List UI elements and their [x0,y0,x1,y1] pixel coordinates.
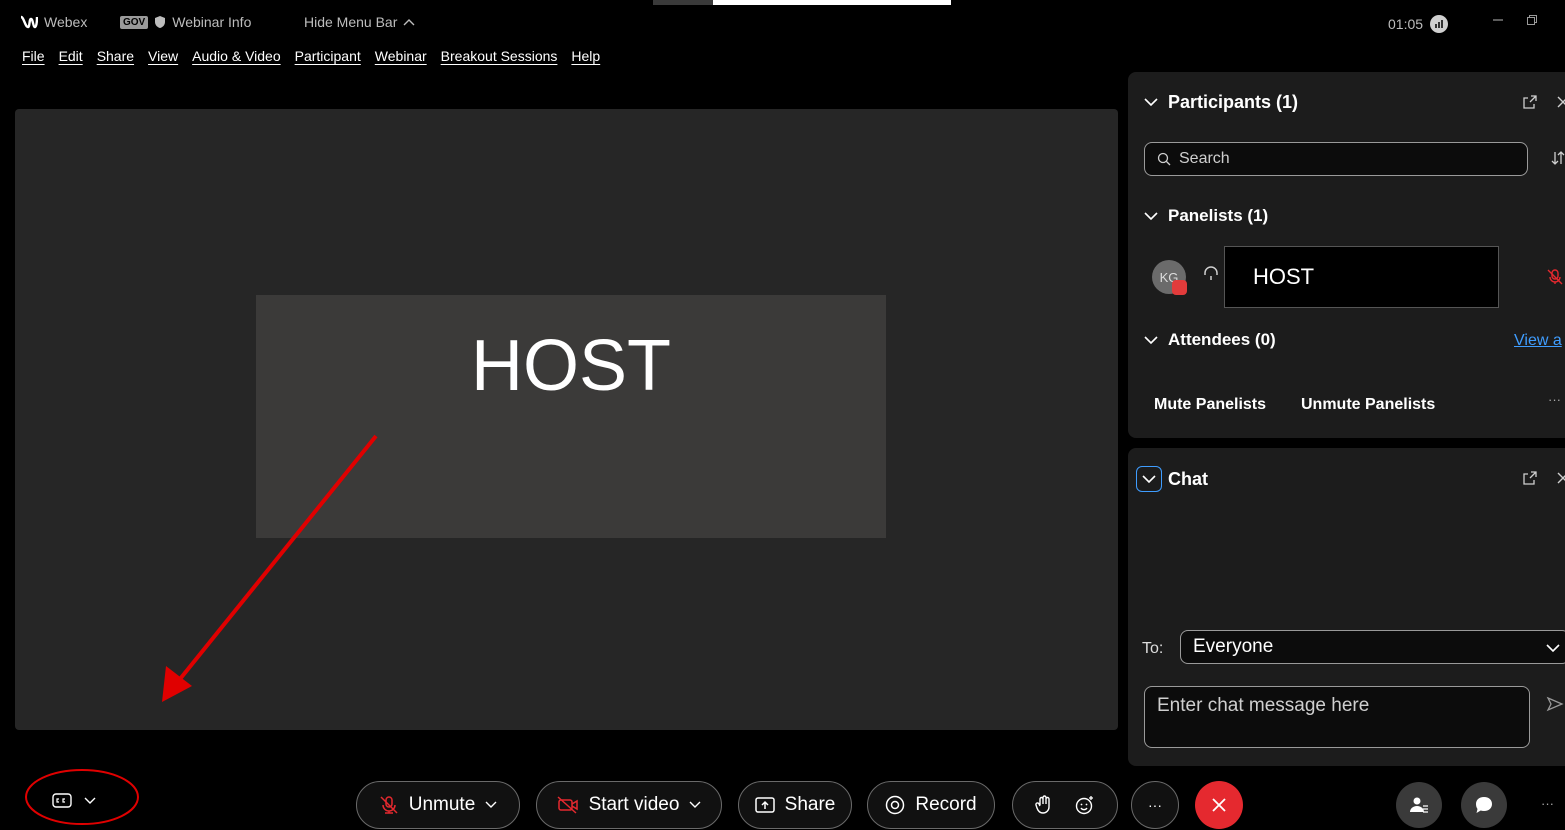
chevron-up-icon [403,19,415,26]
reactions-group [1012,781,1118,829]
recipient-value: Everyone [1193,636,1274,657]
chevron-down-icon [1144,98,1158,107]
menu-edit[interactable]: Edit [59,48,83,70]
attendees-header[interactable]: Attendees (0) [1144,330,1276,350]
muted-mic-icon [380,796,398,814]
pop-out-icon[interactable] [1522,94,1538,110]
closed-captions-button[interactable] [52,793,96,809]
pop-out-icon[interactable] [1522,470,1538,486]
participants-panel: Participants (1) Search Panelists (1) KG… [1128,72,1565,438]
chevron-down-icon [1144,211,1158,220]
raise-hand-icon[interactable] [1035,795,1053,815]
minimize-icon [1493,19,1503,21]
chevron-down-icon [1546,644,1560,653]
panelists-title: Panelists (1) [1168,206,1269,225]
restore-icon [1527,15,1537,25]
chat-input-placeholder: Enter chat message here [1157,695,1370,716]
unmute-button[interactable]: Unmute [356,781,520,829]
record-label: Record [915,794,977,815]
send-icon[interactable] [1546,696,1564,712]
participants-title: Participants (1) [1168,92,1299,112]
host-tile-label: HOST [470,326,671,406]
app-name: Webex [44,14,88,30]
chat-header[interactable]: Chat [1136,466,1208,492]
chevron-down-icon [485,801,497,808]
meeting-timer: 01:05 [1388,14,1449,34]
participant-search-input[interactable]: Search [1144,142,1528,176]
share-label: Share [784,794,836,815]
hide-menu-bar-label: Hide Menu Bar [304,14,398,30]
shield-icon [155,16,166,28]
video-off-icon [557,796,578,814]
hide-menu-bar-button[interactable]: Hide Menu Bar [304,14,415,30]
chat-toggle-button[interactable] [1461,782,1507,828]
sort-icon[interactable] [1550,150,1565,166]
participants-icon [1410,797,1428,813]
collapse-chat-button[interactable] [1136,466,1162,492]
more-apps-button[interactable]: ··· [1541,796,1554,811]
leave-meeting-button[interactable] [1195,781,1243,829]
chevron-down-icon [1142,474,1156,483]
menu-share[interactable]: Share [97,48,134,70]
start-video-label: Start video [588,794,680,815]
signal-strength-icon[interactable] [1429,14,1449,34]
title-bar: Webex GOV Webinar Info Hide Menu Bar 01:… [0,0,1565,44]
closed-captions-icon [52,793,72,808]
reactions-icon[interactable] [1075,795,1095,815]
restore-button[interactable] [1526,14,1538,26]
more-options-button[interactable]: ··· [1131,781,1179,829]
search-icon [1157,152,1171,166]
close-icon[interactable] [1556,471,1565,485]
time-label: 01:05 [1388,16,1424,32]
menu-webinar[interactable]: Webinar [375,48,427,70]
more-options-button[interactable]: ··· [1548,392,1561,407]
chat-recipient-select[interactable]: Everyone [1180,630,1565,664]
webinar-info-label: Webinar Info [172,14,252,30]
menu-view[interactable]: View [148,48,178,70]
search-placeholder: Search [1179,150,1230,167]
muted-mic-icon[interactable] [1546,268,1564,286]
close-icon[interactable] [1556,95,1565,109]
menu-bar: File Edit Share View Audio & Video Parti… [22,48,614,70]
minimize-button[interactable] [1492,14,1504,26]
start-video-button[interactable]: Start video [536,781,722,829]
chevron-down-icon [84,797,96,804]
chat-panel: Chat To: Everyone Enter chat message her… [1128,448,1565,766]
chat-message-input[interactable]: Enter chat message here [1144,686,1530,748]
tab-indicator [653,0,951,5]
annotation-arrow-icon [162,434,378,702]
panelist-name: HOST [1224,246,1499,308]
webinar-info-button[interactable]: GOV Webinar Info [120,14,251,30]
unmute-panelists-button[interactable]: Unmute Panelists [1301,396,1435,414]
menu-help[interactable]: Help [571,48,600,70]
chevron-down-icon [1144,335,1158,344]
menu-file[interactable]: File [22,48,45,70]
to-label: To: [1142,640,1164,657]
panelists-header[interactable]: Panelists (1) [1144,206,1268,226]
participants-toggle-button[interactable] [1396,782,1442,828]
view-all-attendees-link[interactable]: View a [1514,332,1562,350]
record-button[interactable]: Record [867,781,995,829]
unmute-label: Unmute [408,794,476,815]
attendees-title: Attendees (0) [1168,330,1276,349]
share-button[interactable]: Share [738,781,852,829]
gov-badge: GOV [120,15,149,29]
chevron-down-icon [689,801,701,808]
menu-breakout-sessions[interactable]: Breakout Sessions [441,48,558,70]
record-icon [886,795,905,815]
close-icon [1212,798,1226,812]
chat-title: Chat [1168,468,1208,489]
chat-bubble-icon [1476,797,1492,813]
mute-panelists-button[interactable]: Mute Panelists [1154,396,1266,414]
headset-icon [1204,266,1218,280]
webex-logo-icon [20,15,38,29]
menu-participant[interactable]: Participant [295,48,361,70]
participants-header[interactable]: Participants (1) [1144,92,1298,113]
share-screen-icon [754,797,775,813]
menu-audio-video[interactable]: Audio & Video [192,48,280,70]
app-logo: Webex [20,14,87,30]
presenter-badge-icon [1172,280,1187,295]
